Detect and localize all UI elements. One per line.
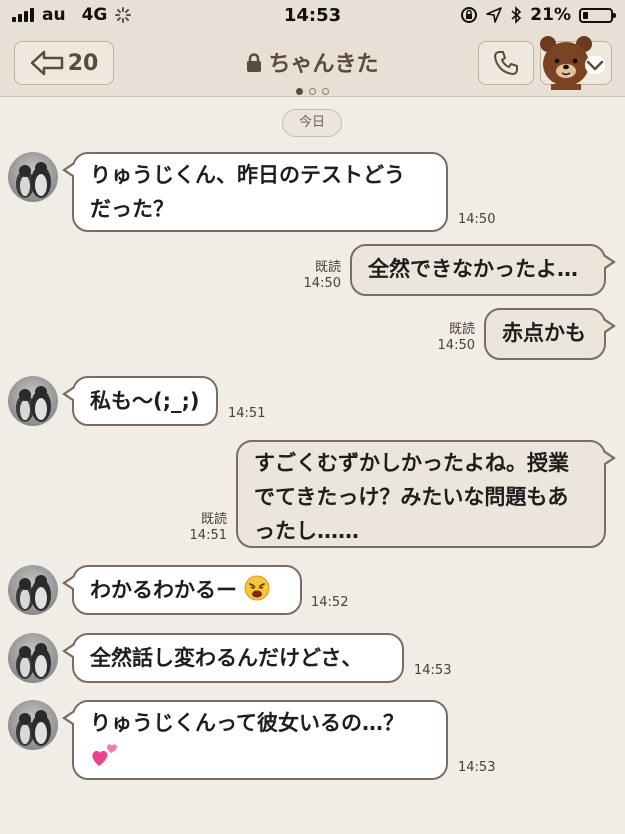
message-time: 14:51	[228, 406, 266, 421]
message-text: ったし……	[254, 519, 359, 543]
message-time: 14:53	[414, 663, 452, 678]
message-bubble-outgoing[interactable]: すごくむずかしかったよね。授業 でてきたっけ？みたいな問題もあ ったし……	[236, 440, 616, 548]
lock-icon	[247, 53, 262, 72]
message-text: りゅうじくんって彼女いるの…？	[90, 711, 404, 735]
message-text: でてきたっけ？みたいな問題もあ	[254, 485, 569, 509]
page-dot	[309, 88, 316, 95]
battery-icon	[579, 7, 616, 23]
date-separator: 今日	[282, 109, 342, 137]
battery-percent: 21%	[530, 5, 571, 25]
chat-header: 20 ちゃんきた	[0, 32, 625, 97]
message-bubble-incoming[interactable]: りゅうじくん、昨日のテストどう だった？	[62, 152, 448, 232]
penguin-avatar-icon	[16, 643, 51, 679]
call-button[interactable]	[478, 41, 534, 85]
chat-title-text: ちゃんきた	[268, 52, 379, 77]
message-bubble-outgoing[interactable]: 赤点かも	[484, 308, 616, 360]
message-text: 全然できなかったよ…	[368, 257, 578, 281]
read-label: 既読	[314, 260, 341, 275]
message-time: 14:50	[458, 212, 496, 227]
status-bar: au 4G 14:53 21%	[0, 0, 625, 32]
bluetooth-icon	[511, 6, 522, 24]
chevron-down-icon	[585, 56, 605, 74]
message-bubble-incoming[interactable]: 全然話し変わるんだけどさ、	[62, 633, 404, 683]
message-text: だった？	[90, 197, 174, 221]
contact-avatar[interactable]	[8, 152, 58, 202]
message-time: 14:52	[311, 595, 349, 610]
message-text: りゅうじくん、昨日のテストどう	[90, 163, 405, 187]
orientation-lock-icon	[461, 7, 478, 23]
page-dot	[322, 88, 329, 95]
message-bubble-incoming[interactable]: 私も〜(;_;)	[62, 376, 218, 426]
penguin-avatar-icon	[16, 386, 51, 422]
read-receipt: 既読 14:50	[296, 260, 341, 292]
message-bubble-incoming[interactable]: りゅうじくんって彼女いるの…？	[62, 700, 448, 780]
page-dot	[296, 88, 303, 95]
message-bubble-incoming[interactable]: わかるわかるー	[62, 565, 302, 615]
contact-avatar[interactable]	[8, 700, 58, 750]
message-text: 私も〜(;_;)	[90, 389, 200, 413]
penguin-avatar-icon	[16, 162, 51, 198]
contact-avatar[interactable]	[8, 376, 58, 426]
message-text: すごくむずかしかったよね。授業	[254, 451, 569, 475]
read-label: 既読	[448, 322, 475, 337]
message-time: 14:51	[189, 528, 227, 543]
weary-face-icon	[244, 575, 270, 601]
message-time: 14:50	[437, 338, 475, 353]
message-time: 14:50	[303, 276, 341, 291]
read-label: 既読	[200, 512, 227, 527]
message-text: 全然話し変わるんだけどさ、	[90, 646, 363, 670]
contact-avatar[interactable]	[8, 633, 58, 683]
location-arrow-icon	[486, 7, 503, 23]
read-receipt: 既読 14:50	[430, 322, 475, 354]
penguin-avatar-icon	[16, 575, 51, 611]
contact-avatar[interactable]	[8, 565, 58, 615]
message-bubble-outgoing[interactable]: 全然できなかったよ…	[350, 244, 616, 296]
penguin-avatar-icon	[16, 710, 51, 746]
phone-icon	[494, 51, 518, 75]
message-text: 赤点かも	[502, 321, 586, 345]
read-receipt: 既読 14:51	[182, 512, 227, 544]
message-emoji-line	[90, 740, 430, 774]
two-hearts-icon	[92, 744, 117, 766]
message-text: わかるわかるー	[90, 578, 237, 602]
message-time: 14:53	[458, 760, 496, 775]
